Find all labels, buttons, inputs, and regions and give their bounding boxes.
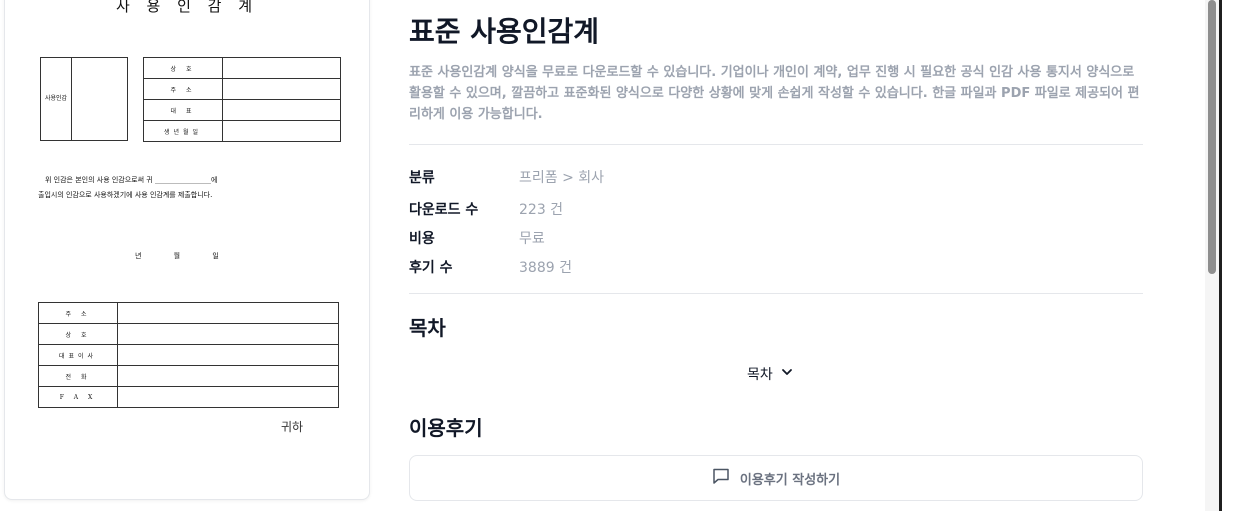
- preview-cell: F A X: [38, 386, 118, 408]
- chevron-down-icon: [781, 366, 793, 382]
- divider: [409, 144, 1143, 145]
- meta-cost-value: 무료: [519, 231, 545, 247]
- preview-cell: 전 화: [38, 365, 118, 387]
- message-square-icon: [712, 467, 730, 489]
- meta-downloads: 다운로드 수 223 건: [409, 199, 1143, 219]
- write-review-label: 이용후기 작성하기: [739, 472, 841, 488]
- meta-category-label: 분류: [409, 170, 435, 186]
- meta-reviews-label: 후기 수: [409, 260, 453, 276]
- write-review-button[interactable]: 이용후기 작성하기: [409, 455, 1143, 501]
- seal-box: 사용인감: [40, 57, 128, 141]
- preview-doc-title: 사 용 인 감 계: [115, 0, 259, 15]
- product-description: 표준 사용인감계 양식을 무료로 다운로드할 수 있습니다. 기업이나 개인이 …: [409, 65, 1140, 122]
- meta-category-value: 프리폼 > 회사: [519, 170, 605, 186]
- page: 사 용 인 감 계 사용인감 상 호 주 소 대 표 생년월일 위 인감은 본인…: [0, 0, 1219, 511]
- toc-section-title: 목차: [409, 316, 446, 340]
- reviews-section-title: 이용후기: [409, 416, 483, 440]
- meta-downloads-value: 223 건: [519, 202, 564, 218]
- document-preview: 사 용 인 감 계 사용인감 상 호 주 소 대 표 생년월일 위 인감은 본인…: [4, 0, 370, 500]
- preview-cell: 상 호: [38, 323, 118, 345]
- preview-document: 사 용 인 감 계 사용인감 상 호 주 소 대 표 생년월일 위 인감은 본인…: [5, 0, 369, 499]
- meta-category: 분류 프리폼 > 회사: [409, 167, 1143, 187]
- toc-toggle-label: 목차: [747, 367, 773, 383]
- preview-pledge-line-1: 위 인감은 본인의 사용 인감으로써 귀 ________________에: [45, 176, 218, 184]
- meta-reviews-value: 3889 건: [519, 260, 572, 276]
- preview-addressee: 귀하: [281, 420, 304, 434]
- meta-cost-label: 비용: [409, 231, 435, 247]
- seal-label: 사용인감: [41, 58, 72, 140]
- preview-company-table: 주 소 상 호 대표이사 전 화 F A X: [38, 302, 339, 408]
- preview-cell: 대표이사: [38, 344, 118, 366]
- adjacent-window-edge: [1222, 0, 1241, 511]
- preview-cell: 생년월일: [143, 120, 223, 142]
- preview-cell: 대 표: [143, 99, 223, 121]
- preview-cell: 주 소: [38, 302, 118, 324]
- meta-cost: 비용 무료: [409, 228, 1143, 248]
- meta-reviews: 후기 수 3889 건: [409, 257, 1143, 277]
- preview-cell: 주 소: [143, 78, 223, 100]
- page-title: 표준 사용인감계: [409, 15, 600, 48]
- preview-info-table: 상 호 주 소 대 표 생년월일: [143, 57, 341, 142]
- preview-date-line: 년 월 일: [135, 252, 219, 260]
- divider: [409, 293, 1143, 294]
- preview-cell: 상 호: [143, 57, 223, 79]
- meta-downloads-label: 다운로드 수: [409, 202, 479, 218]
- preview-pledge-line-2: 출입시의 인감으로 사용하겠기에 사용 인감계를 제출합니다.: [38, 191, 213, 199]
- toc-toggle-button[interactable]: 목차: [747, 364, 793, 384]
- scrollbar-thumb[interactable]: [1208, 0, 1216, 274]
